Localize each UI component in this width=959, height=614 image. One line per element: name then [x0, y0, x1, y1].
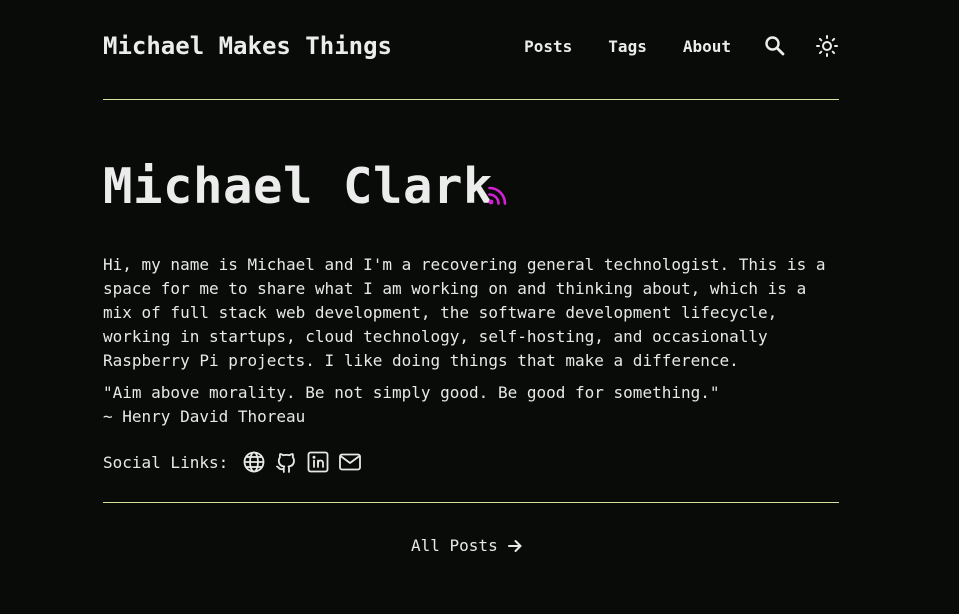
header-divider: [103, 99, 839, 100]
quote-block: "Aim above morality. Be not simply good.…: [103, 381, 833, 429]
sun-icon[interactable]: [815, 34, 839, 58]
mail-icon[interactable]: [338, 450, 362, 474]
nav-posts[interactable]: Posts: [524, 37, 572, 56]
main-nav: Posts Tags About: [524, 34, 839, 58]
globe-icon[interactable]: [242, 450, 266, 474]
rss-icon[interactable]: [487, 184, 509, 206]
page: Michael Makes Things Posts Tags About Mi…: [0, 0, 959, 614]
linkedin-icon[interactable]: [306, 450, 330, 474]
page-title: Michael Clark: [103, 158, 494, 215]
nav-about[interactable]: About: [683, 37, 731, 56]
social-links: Social Links:: [103, 448, 370, 476]
quote-author: ~ Henry David Thoreau: [103, 407, 306, 426]
github-icon[interactable]: [274, 450, 298, 474]
bio-text: Hi, my name is Michael and I'm a recover…: [103, 255, 826, 370]
social-links-label: Social Links:: [103, 452, 229, 472]
all-posts-link[interactable]: All Posts: [411, 536, 524, 555]
arrow-right-icon: [506, 537, 524, 555]
all-posts-label: All Posts: [411, 536, 498, 555]
site-title[interactable]: Michael Makes Things: [103, 32, 392, 60]
content-divider: [103, 502, 839, 503]
quote-text: "Aim above morality. Be not simply good.…: [103, 383, 720, 402]
nav-tags[interactable]: Tags: [608, 37, 647, 56]
site-header: Michael Makes Things Posts Tags About: [103, 30, 839, 66]
search-icon[interactable]: [763, 34, 787, 58]
